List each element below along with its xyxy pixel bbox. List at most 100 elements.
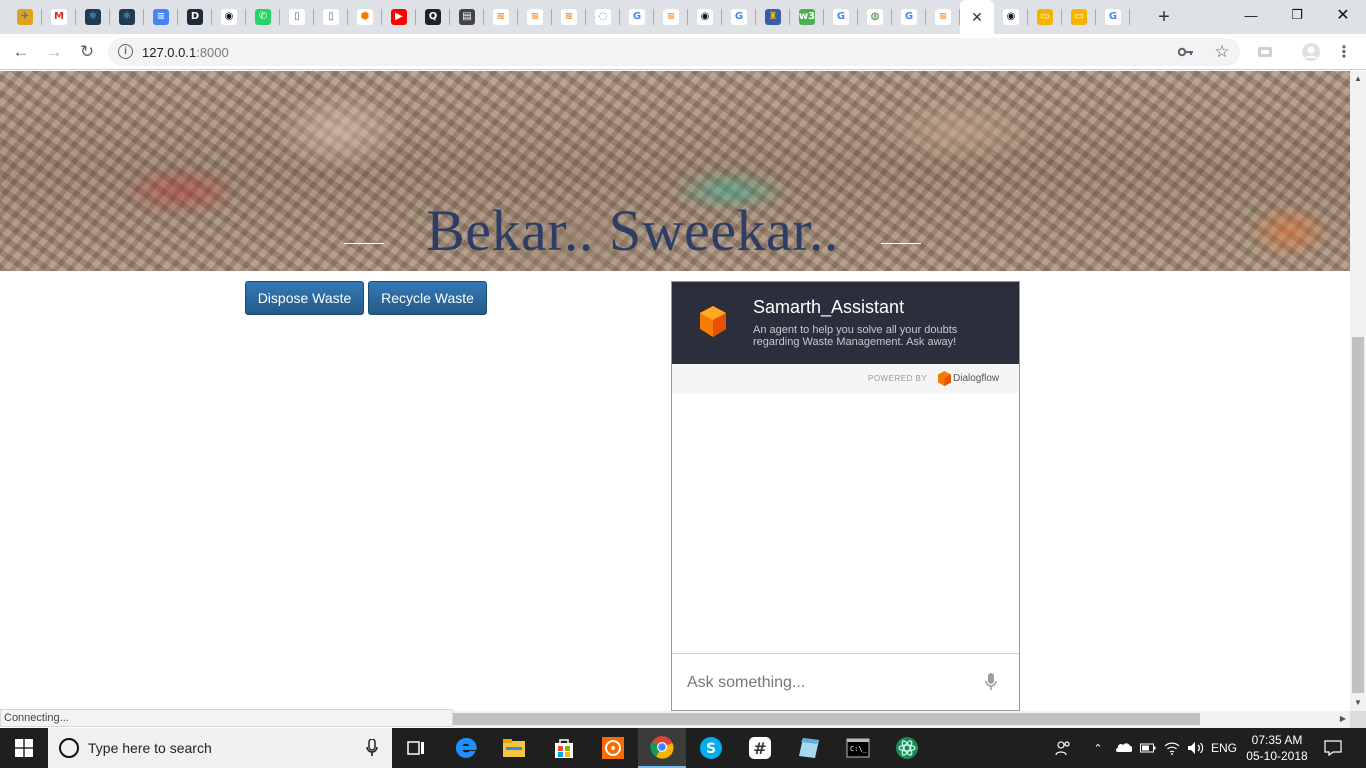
atom-editor-icon[interactable] [883, 728, 931, 768]
volume-icon[interactable] [1185, 728, 1207, 768]
microphone-icon[interactable] [985, 673, 997, 696]
hero-banner: Bekar.. Sweekar.. [0, 71, 1350, 271]
powered-by-label: POWERED BY [868, 374, 928, 383]
key-icon[interactable] [1176, 42, 1196, 62]
document-icon: ▯ [323, 9, 339, 25]
skype-icon[interactable]: S [687, 728, 735, 768]
start-button[interactable] [0, 728, 48, 768]
horizontal-scroll-thumb[interactable] [453, 713, 1200, 725]
reader-icon: ▤ [459, 9, 475, 25]
browser-tab[interactable]: G [620, 0, 654, 34]
music-player-icon[interactable] [589, 728, 637, 768]
extension-icon[interactable] [1255, 42, 1275, 62]
slack-icon[interactable]: # [736, 728, 784, 768]
browser-tab[interactable]: ◉ [994, 0, 1028, 34]
github-icon: ◉ [221, 9, 237, 25]
status-bubble: Connecting... [0, 709, 453, 727]
browser-tab[interactable]: ≋ [518, 0, 552, 34]
browser-tab[interactable]: G [892, 0, 926, 34]
vertical-scroll-thumb[interactable] [1352, 337, 1364, 693]
browser-tab[interactable]: ◍ [858, 0, 892, 34]
browser-tab[interactable]: G [722, 0, 756, 34]
agent-avatar-icon [698, 304, 728, 345]
battery-icon[interactable] [1137, 728, 1159, 768]
browser-tab[interactable]: ▭ [1062, 0, 1096, 34]
browser-tab[interactable]: ▶ [382, 0, 416, 34]
browser-tab[interactable]: ▯ [280, 0, 314, 34]
browser-tab[interactable]: ≡ [144, 0, 178, 34]
minimize-button[interactable]: — [1228, 0, 1274, 30]
browser-tab[interactable]: Q [416, 0, 450, 34]
browser-tab[interactable]: ◉ [688, 0, 722, 34]
google-docs-icon: ≡ [153, 9, 169, 25]
google-icon: G [901, 9, 917, 25]
document-icon: ▯ [289, 9, 305, 25]
active-tab[interactable]: ✕ [960, 0, 994, 34]
people-icon[interactable] [1052, 728, 1074, 768]
browser-tab[interactable]: ▤ [450, 0, 484, 34]
browser-tab[interactable]: ⬢ [348, 0, 382, 34]
browser-tab[interactable]: ≋ [654, 0, 688, 34]
horizontal-scrollbar[interactable]: ▶ [453, 711, 1350, 728]
windows-taskbar: Type here to search S # C:\_ ⌃ ENG 07:35… [0, 728, 1366, 768]
browser-tab[interactable]: G [824, 0, 858, 34]
new-tab-button[interactable]: + [1152, 5, 1176, 29]
show-hidden-icons[interactable]: ⌃ [1088, 728, 1108, 768]
svg-text:C:\_: C:\_ [850, 745, 868, 753]
google-icon: G [731, 9, 747, 25]
tab-close-icon[interactable]: ✕ [971, 9, 983, 26]
profile-avatar-icon[interactable] [1301, 42, 1321, 62]
file-explorer-icon[interactable] [490, 728, 538, 768]
gmail-icon: M [51, 9, 67, 25]
browser-tab[interactable]: w3 [790, 0, 824, 34]
taskbar-clock[interactable]: 07:35 AM 05-10-2018 [1242, 732, 1312, 764]
taskbar-mic-icon[interactable] [366, 738, 378, 762]
taskbar-search-box[interactable]: Type here to search [48, 728, 392, 768]
bookmark-star-icon[interactable]: ☆ [1212, 42, 1232, 62]
notepad-icon[interactable] [785, 728, 833, 768]
scroll-up-icon[interactable]: ▲ [1354, 74, 1362, 83]
command-prompt-icon[interactable]: C:\_ [834, 728, 882, 768]
chat-input[interactable]: Ask something... [672, 653, 1019, 710]
google-icon: G [833, 9, 849, 25]
chat-input-placeholder: Ask something... [687, 674, 806, 691]
browser-tab[interactable]: ⚛ [110, 0, 144, 34]
google-slides-icon: ▭ [1037, 9, 1053, 25]
browser-tab[interactable]: ♜ [756, 0, 790, 34]
browser-tab[interactable]: ✈ [8, 0, 42, 34]
url-text[interactable]: 127.0.0.1:8000 [142, 45, 229, 60]
browser-tab[interactable]: ≋ [484, 0, 518, 34]
back-button[interactable]: ← [9, 40, 33, 64]
address-bar[interactable]: i 127.0.0.1:8000 ☆ [108, 38, 1240, 66]
scroll-down-icon[interactable]: ▼ [1354, 698, 1362, 707]
chrome-icon[interactable] [638, 728, 686, 768]
edge-browser-icon[interactable] [442, 728, 490, 768]
vertical-scrollbar[interactable]: ▲ ▼ [1350, 71, 1366, 711]
window-close-button[interactable]: ✕ [1320, 0, 1366, 30]
site-info-icon[interactable]: i [118, 44, 133, 59]
reload-button[interactable]: ↻ [75, 40, 99, 64]
onedrive-icon[interactable] [1112, 728, 1134, 768]
browser-tab[interactable]: D [178, 0, 212, 34]
restore-button[interactable]: ❐ [1274, 0, 1320, 30]
browser-tab[interactable]: ▭ [1028, 0, 1062, 34]
browser-tab[interactable]: ▯ [314, 0, 348, 34]
notifications-icon[interactable] [1318, 728, 1348, 768]
store-icon[interactable] [540, 728, 588, 768]
input-language[interactable]: ENG [1208, 728, 1240, 768]
browser-tab[interactable]: M [42, 0, 76, 34]
browser-tab[interactable]: G [1096, 0, 1130, 34]
wifi-icon[interactable] [1161, 728, 1183, 768]
browser-tab[interactable]: ⚛ [76, 0, 110, 34]
browser-tab[interactable]: ≋ [552, 0, 586, 34]
recycle-waste-button[interactable]: Recycle Waste [368, 281, 487, 315]
dispose-waste-button[interactable]: Dispose Waste [245, 281, 364, 315]
browser-menu-icon[interactable]: ⋮ [1334, 42, 1354, 62]
forward-button[interactable]: → [42, 40, 66, 64]
browser-tab[interactable]: ✆ [246, 0, 280, 34]
browser-tab[interactable]: ≋ [926, 0, 960, 34]
browser-tab[interactable]: ◌ [586, 0, 620, 34]
task-view-icon[interactable] [392, 728, 440, 768]
browser-tab[interactable]: ◉ [212, 0, 246, 34]
scroll-right-icon[interactable]: ▶ [1340, 714, 1346, 723]
